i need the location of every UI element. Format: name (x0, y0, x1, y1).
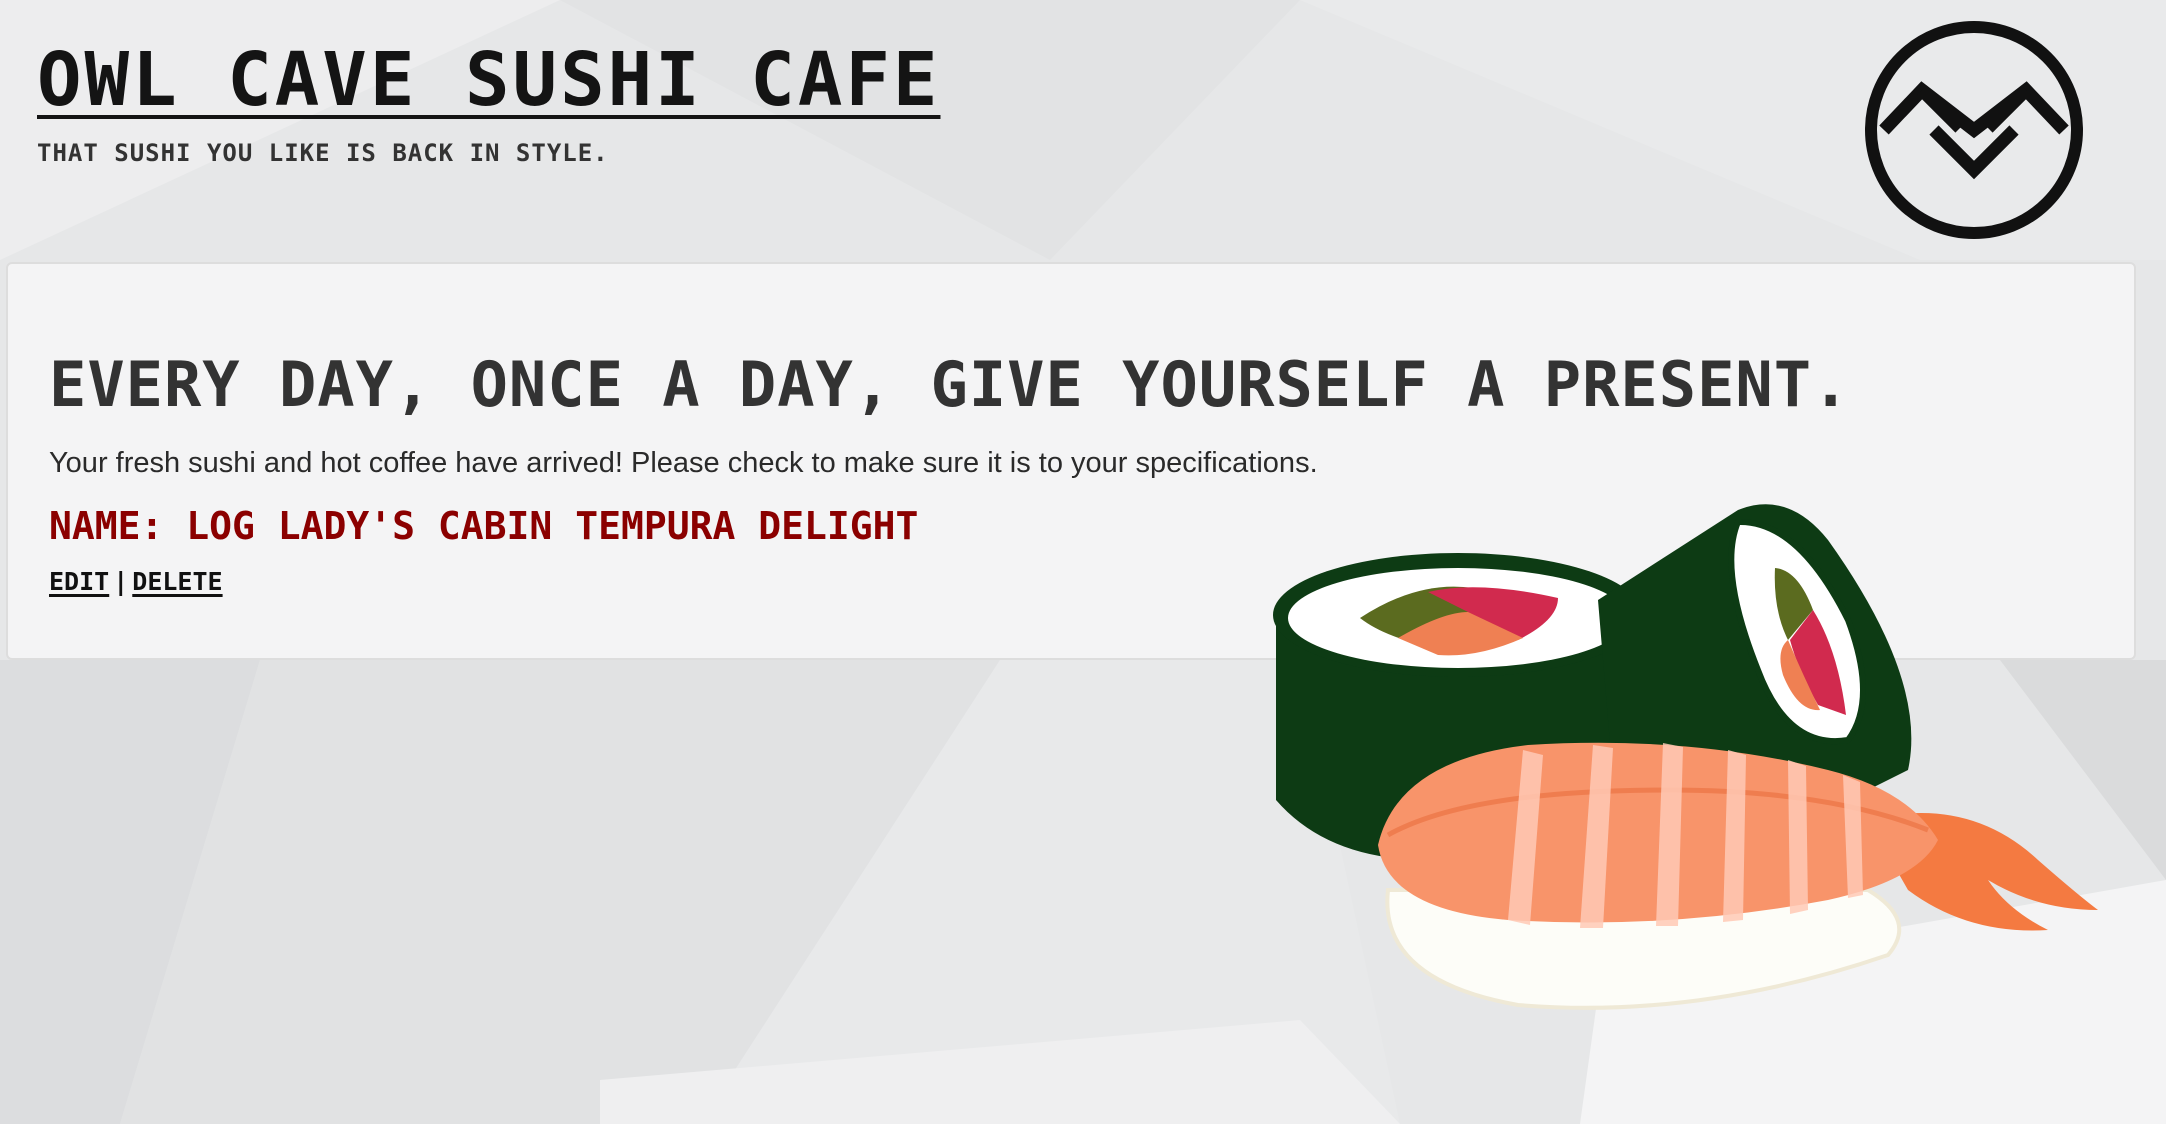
sushi-illustration (1273, 504, 2098, 1010)
owl-cave-logo-icon[interactable] (1862, 18, 2086, 242)
site-header: Owl Cave Sushi Cafe That sushi you like … (37, 39, 940, 168)
site-tagline: That sushi you like is back in style. (37, 139, 609, 168)
order-message: Your fresh sushi and hot coffee have arr… (49, 447, 1318, 479)
site-title[interactable]: Owl Cave Sushi Cafe (37, 39, 940, 121)
actions-separator: | (113, 567, 129, 596)
order-name: Name: Log Lady's Cabin Tempura Delight (49, 504, 919, 548)
card-heading: Every day, once a day, give yourself a p… (49, 348, 1851, 421)
order-actions: Edit | Delete (49, 567, 223, 596)
delete-link[interactable]: Delete (132, 567, 222, 596)
edit-link[interactable]: Edit (49, 567, 109, 596)
